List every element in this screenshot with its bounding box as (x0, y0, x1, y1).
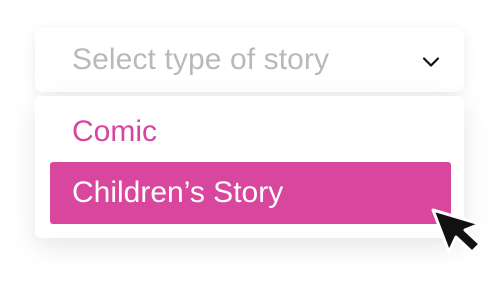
story-type-select-widget: Select type of story Comic Children’s St… (0, 0, 500, 284)
option-comic[interactable]: Comic (50, 101, 451, 163)
chevron-down-icon[interactable] (422, 56, 440, 68)
story-type-select[interactable]: Select type of story (35, 28, 464, 92)
story-type-dropdown-menu: Comic Children’s Story (35, 96, 464, 238)
select-placeholder: Select type of story (72, 43, 330, 76)
option-childrens-story[interactable]: Children’s Story (50, 162, 451, 224)
